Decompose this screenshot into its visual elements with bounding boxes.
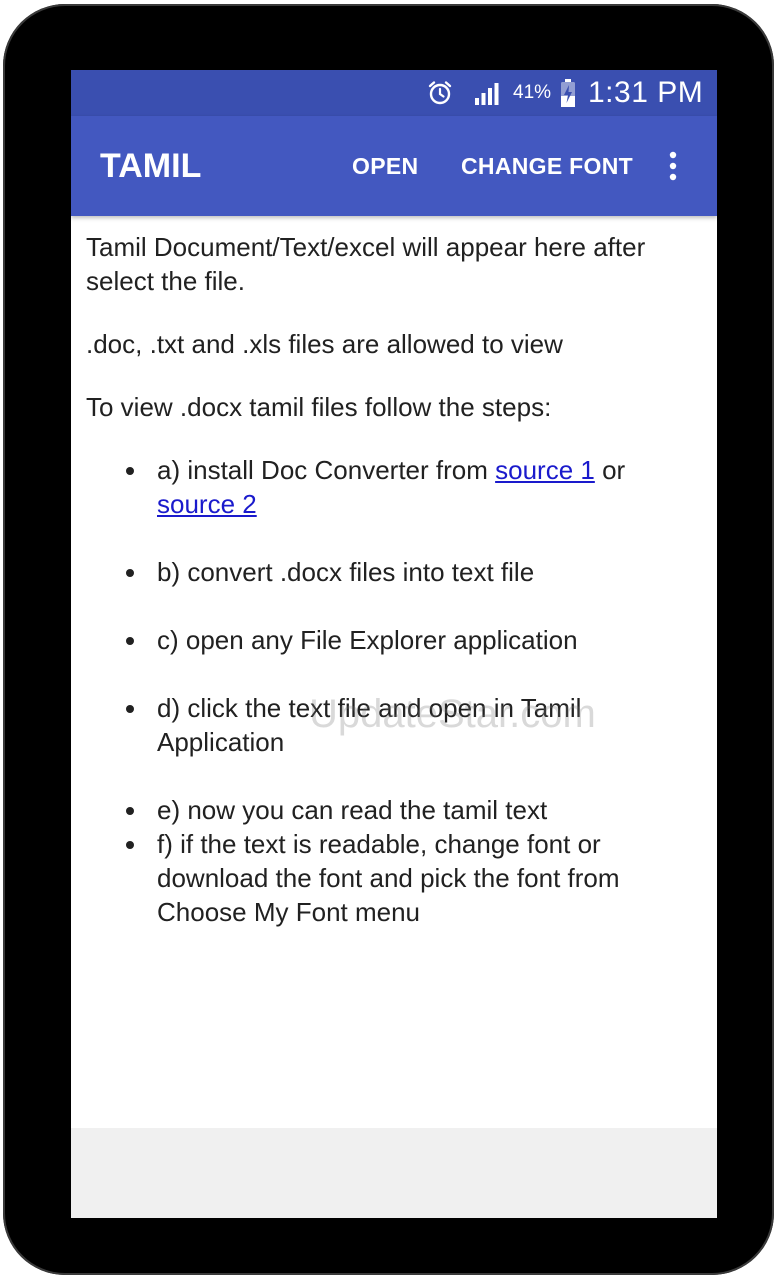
document-content: Tamil Document/Text/excel will appear he…: [86, 230, 702, 929]
bottom-panel: [71, 1128, 717, 1218]
change-font-button[interactable]: CHANGE FONT: [461, 116, 633, 216]
steps-list: a) install Doc Converter from source 1 o…: [86, 453, 702, 929]
open-button[interactable]: OPEN: [352, 116, 418, 216]
step-a: a) install Doc Converter from source 1 o…: [86, 453, 702, 521]
step-d: d) click the text file and open in Tamil…: [86, 691, 702, 759]
step-f: f) if the text is readable, change font …: [86, 827, 702, 929]
more-vert-icon[interactable]: [657, 116, 689, 216]
steps-heading: To view .docx tamil files follow the ste…: [86, 392, 552, 422]
alarm-clock-icon: [425, 70, 455, 116]
screen: 41% 1:31 PM TAMIL OPEN CHANGE FONT Tamil…: [71, 70, 717, 1218]
step-b: b) convert .docx files into text file: [86, 555, 702, 589]
status-bar: 41% 1:31 PM: [71, 70, 717, 116]
app-title: TAMIL: [100, 146, 202, 185]
battery-percent: 41%: [513, 82, 552, 103]
cell-signal-icon: [473, 70, 505, 116]
step-c: c) open any File Explorer application: [86, 623, 702, 657]
allowed-files-text: .doc, .txt and .xls files are allowed to…: [86, 329, 563, 359]
battery-charging-icon: [558, 70, 578, 116]
source-1-link[interactable]: source 1: [495, 455, 595, 485]
step-e: e) now you can read the tamil text: [86, 793, 702, 827]
source-2-link[interactable]: source 2: [157, 489, 257, 519]
step-a-or: or: [594, 455, 626, 485]
status-time: 1:31 PM: [588, 76, 704, 109]
app-bar: TAMIL OPEN CHANGE FONT: [71, 116, 717, 216]
step-a-text: a) install Doc Converter from: [157, 455, 496, 485]
intro-text: Tamil Document/Text/excel will appear he…: [86, 232, 646, 296]
tablet-frame: 41% 1:31 PM TAMIL OPEN CHANGE FONT Tamil…: [3, 4, 774, 1275]
